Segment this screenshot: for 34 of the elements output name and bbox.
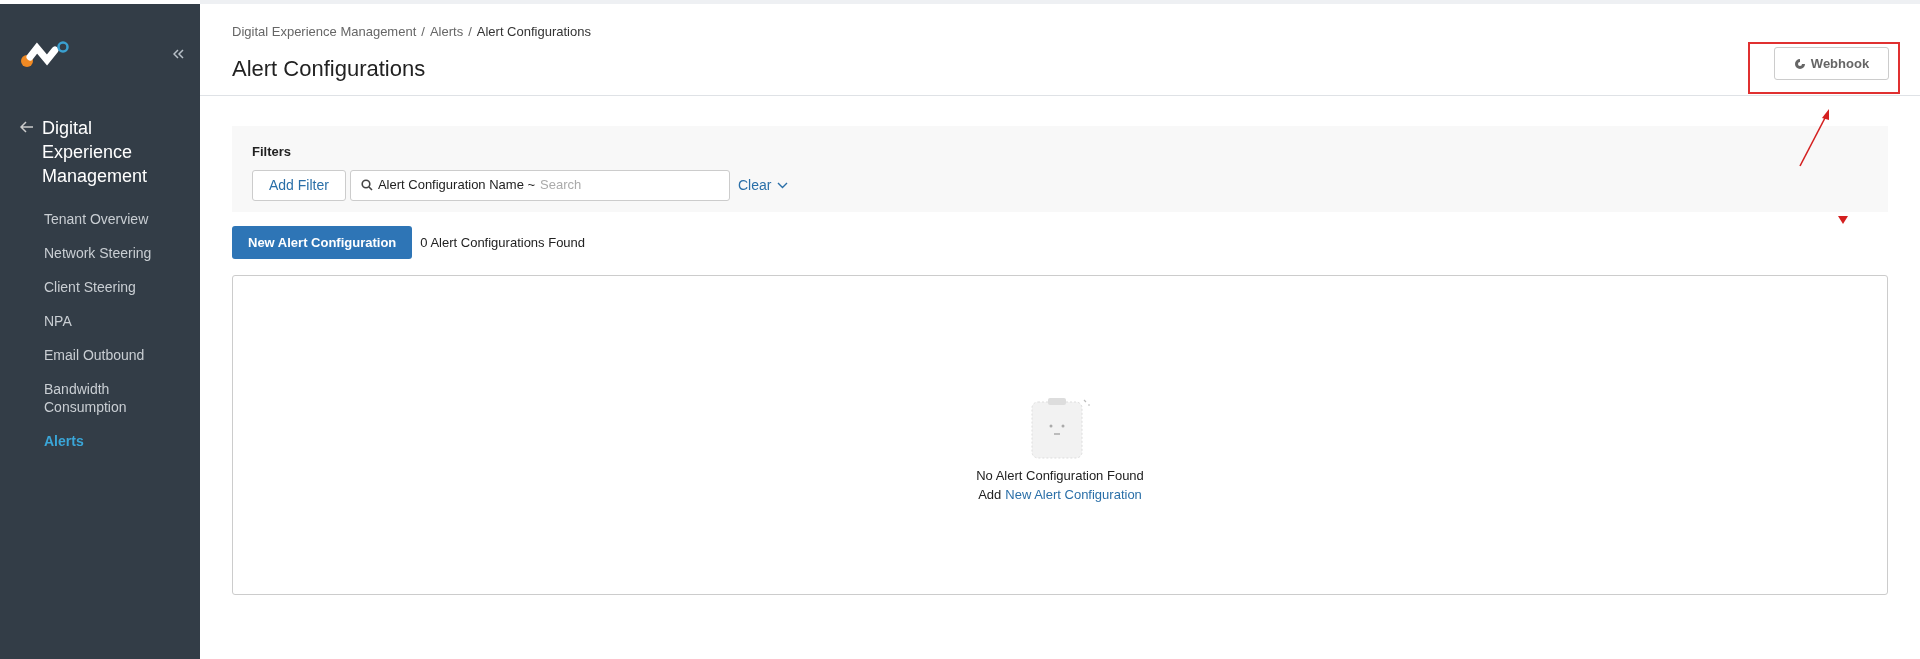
clear-button[interactable]: Clear — [733, 174, 793, 196]
breadcrumb-link[interactable]: Digital Experience Management — [232, 22, 417, 42]
search-input[interactable]: Search — [540, 175, 719, 195]
empty-clipboard-icon — [1028, 395, 1092, 462]
search-field[interactable]: Alert Configuration Name ~ Search — [349, 169, 730, 201]
breadcrumb-separator: / — [421, 23, 425, 41]
page-title: Alert Configurations — [232, 54, 427, 83]
breadcrumb-link[interactable]: Alerts — [429, 22, 464, 42]
add-filter-button[interactable]: Add Filter — [252, 169, 346, 201]
logo-icon — [20, 40, 70, 68]
section-title: Digital Experience Management — [42, 117, 149, 188]
new-alert-configuration-link[interactable]: New Alert Configuration — [1005, 485, 1142, 505]
sidebar-item[interactable]: Alerts — [44, 432, 174, 450]
filters-title: Filters — [252, 143, 292, 161]
empty-hint: Add — [978, 486, 1002, 504]
search-label: Alert Configuration Name ~ — [377, 176, 536, 195]
annotation-marker — [1838, 216, 1848, 224]
refresh-icon — [1793, 57, 1806, 70]
result-count: 0 Alert Configurations Found — [420, 233, 586, 252]
sidebar-item[interactable]: Bandwidth Consumption — [44, 380, 174, 416]
sidebar-item[interactable]: Network Steering — [44, 244, 174, 262]
new-alert-configuration-button[interactable]: New Alert Configuration — [232, 226, 413, 259]
sidebar-item[interactable]: Client Steering — [44, 278, 174, 296]
sidebar-item[interactable]: NPA — [44, 312, 174, 330]
search-icon — [360, 179, 373, 191]
breadcrumb-current: Alert Configurations — [476, 23, 591, 41]
webhook-button[interactable]: Webhook — [1774, 47, 1889, 80]
sidebar-item[interactable]: Tenant Overview — [44, 210, 174, 228]
back-arrow-icon[interactable] — [20, 121, 34, 133]
sidebar-item[interactable]: Email Outbound — [44, 346, 174, 364]
breadcrumb-separator: / — [468, 23, 472, 41]
collapse-icon[interactable] — [173, 49, 184, 59]
chevron-down-icon — [777, 181, 789, 189]
empty-message: No Alert Configuration Found — [976, 466, 1144, 485]
